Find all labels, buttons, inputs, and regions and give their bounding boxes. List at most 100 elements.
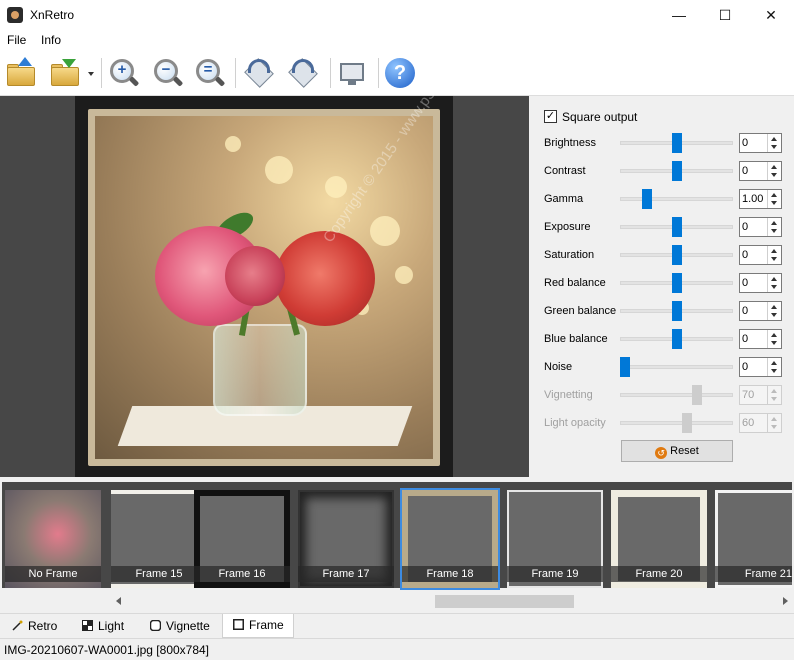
blue-balance-spin-buttons[interactable]: [767, 330, 781, 348]
exposure-spinbox[interactable]: 0: [739, 217, 782, 237]
spin-down-icon: [771, 397, 777, 401]
frame-strip-scrollbar[interactable]: [112, 593, 792, 610]
save-folder-icon[interactable]: [48, 57, 82, 89]
noise-spin-buttons[interactable]: [767, 358, 781, 376]
square-output-checkbox[interactable]: ✓: [544, 110, 557, 123]
frame-thumb-frame-17[interactable]: Frame 17: [298, 490, 394, 588]
spin-up-icon[interactable]: [771, 333, 777, 337]
minimize-button[interactable]: —: [656, 0, 702, 30]
zoom-out-icon[interactable]: −: [150, 57, 184, 89]
spin-down-icon[interactable]: [771, 341, 777, 345]
rotate-left-icon[interactable]: [242, 57, 276, 89]
rotate-right-icon[interactable]: [286, 57, 320, 89]
contrast-spinbox[interactable]: 0: [739, 161, 782, 181]
frame-thumb-frame-15[interactable]: Frame 15: [111, 490, 207, 588]
menu-bar: File Info: [0, 30, 794, 50]
noise-spinbox[interactable]: 0: [739, 357, 782, 377]
help-icon[interactable]: ?: [383, 57, 417, 89]
frame-thumb-label: Frame 17: [298, 566, 394, 582]
close-button[interactable]: ✕: [748, 0, 794, 30]
green-balance-spin-buttons[interactable]: [767, 302, 781, 320]
saturation-spinbox[interactable]: 0: [739, 245, 782, 265]
green-balance-slider-thumb[interactable]: [672, 301, 682, 321]
frame-thumb-frame-19[interactable]: Frame 19: [507, 490, 603, 588]
menu-file[interactable]: File: [7, 33, 26, 47]
spin-down-icon[interactable]: [771, 229, 777, 233]
spin-up-icon[interactable]: [771, 361, 777, 365]
vignetting-spinbox: 70: [739, 385, 782, 405]
red-balance-slider-thumb[interactable]: [672, 273, 682, 293]
spin-down-icon[interactable]: [771, 369, 777, 373]
saturation-slider-thumb[interactable]: [672, 245, 682, 265]
gamma-slider-thumb[interactable]: [642, 189, 652, 209]
tab-light[interactable]: Light: [72, 615, 136, 637]
contrast-slider-thumb[interactable]: [672, 161, 682, 181]
scroll-left-icon[interactable]: [116, 597, 121, 605]
light-opacity-value: 60: [742, 417, 755, 429]
spin-up-icon[interactable]: [771, 249, 777, 253]
tab-frame[interactable]: Frame: [222, 614, 294, 638]
spin-down-icon[interactable]: [771, 145, 777, 149]
tab-frame-label: Frame: [249, 618, 284, 632]
grid-icon: [82, 620, 93, 631]
frame-thumb-frame-20[interactable]: Frame 20: [611, 490, 707, 588]
blue-balance-slider-thumb[interactable]: [672, 329, 682, 349]
spin-down-icon[interactable]: [771, 285, 777, 289]
zoom-out-symbol: −: [161, 61, 171, 78]
noise-label: Noise: [544, 361, 573, 373]
app-icon: [7, 7, 23, 23]
brightness-spinbox[interactable]: 0: [739, 133, 782, 153]
reset-button[interactable]: ↺ Reset: [621, 440, 733, 462]
exposure-spin-buttons[interactable]: [767, 218, 781, 236]
spin-down-icon[interactable]: [771, 313, 777, 317]
spin-up-icon[interactable]: [771, 137, 777, 141]
frame-thumb-frame-18[interactable]: Frame 18: [400, 488, 500, 590]
tab-retro-label: Retro: [28, 619, 58, 633]
wallpaper-icon[interactable]: [336, 57, 370, 89]
zoom-fit-icon[interactable]: =: [192, 57, 226, 89]
vignetting-label: Vignetting: [544, 389, 593, 401]
blue-balance-spinbox[interactable]: 0: [739, 329, 782, 349]
red-balance-spin-buttons[interactable]: [767, 274, 781, 292]
frame-thumb-label: Frame 15: [111, 566, 207, 582]
toolbar-separator: [378, 58, 379, 88]
vignetting-value: 70: [742, 389, 755, 401]
frame-thumb-frame-16[interactable]: Frame 16: [194, 490, 290, 588]
tab-retro[interactable]: Retro: [2, 615, 68, 637]
gamma-spin-buttons[interactable]: [767, 190, 781, 208]
gamma-spinbox[interactable]: 1.00: [739, 189, 782, 209]
image-viewer[interactable]: Copyright © 2015 - www.p30download.com: [0, 0, 529, 477]
frame-thumb-frame-21[interactable]: Frame 21: [715, 490, 792, 588]
saturation-value: 0: [742, 249, 749, 261]
light-opacity-label: Light opacity: [544, 417, 606, 429]
scrollbar-thumb[interactable]: [435, 595, 574, 608]
spin-down-icon[interactable]: [771, 173, 777, 177]
spin-up-icon[interactable]: [771, 277, 777, 281]
spin-up-icon[interactable]: [771, 221, 777, 225]
spin-up-icon[interactable]: [771, 305, 777, 309]
zoom-in-icon[interactable]: +: [106, 57, 140, 89]
menu-info[interactable]: Info: [41, 33, 61, 47]
spin-down-icon[interactable]: [771, 257, 777, 261]
contrast-spin-buttons[interactable]: [767, 162, 781, 180]
spin-up-icon[interactable]: [771, 165, 777, 169]
green-balance-spinbox[interactable]: 0: [739, 301, 782, 321]
noise-slider[interactable]: [620, 365, 733, 369]
brightness-spin-buttons[interactable]: [767, 134, 781, 152]
save-dropdown-caret-icon[interactable]: [88, 72, 94, 76]
noise-slider-thumb[interactable]: [620, 357, 630, 377]
maximize-button[interactable]: ☐: [702, 0, 748, 30]
tab-vignette[interactable]: Vignette: [140, 615, 220, 637]
spin-down-icon: [771, 425, 777, 429]
saturation-spin-buttons[interactable]: [767, 246, 781, 264]
gamma-slider[interactable]: [620, 197, 733, 201]
brightness-slider-thumb[interactable]: [672, 133, 682, 153]
spin-down-icon[interactable]: [771, 201, 777, 205]
light-opacity-spin-buttons: [767, 414, 781, 432]
open-folder-icon[interactable]: [4, 57, 38, 89]
frame-thumb-no-frame[interactable]: No Frame: [5, 490, 101, 588]
red-balance-spinbox[interactable]: 0: [739, 273, 782, 293]
spin-up-icon[interactable]: [771, 193, 777, 197]
exposure-slider-thumb[interactable]: [672, 217, 682, 237]
scroll-right-icon[interactable]: [783, 597, 788, 605]
